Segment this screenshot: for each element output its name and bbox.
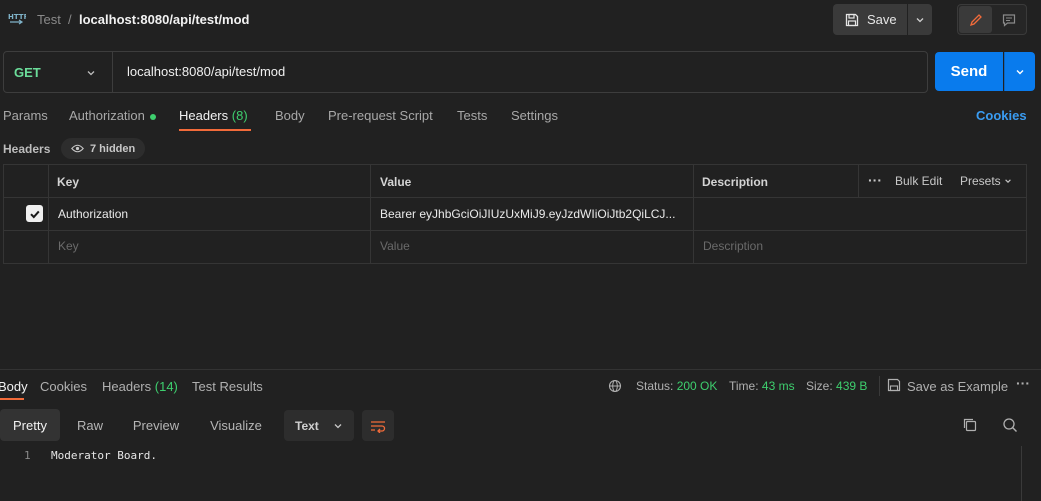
active-tab-indicator [0, 398, 24, 400]
response-headers-label: Headers [102, 379, 152, 394]
chevron-down-icon [334, 423, 342, 428]
http-method-value: GET [14, 64, 41, 80]
header-key-cell[interactable]: Authorization [58, 207, 128, 221]
save-as-example-button[interactable]: Save as Example [907, 379, 1008, 394]
size-value: 439 B [836, 379, 868, 393]
send-options-button[interactable] [1004, 52, 1035, 91]
format-pretty[interactable]: Pretty [0, 409, 60, 441]
response-type-select[interactable]: Text [284, 410, 354, 441]
send-button[interactable]: Send [935, 52, 1003, 91]
more-options-icon[interactable]: ··· [868, 172, 882, 188]
active-tab-indicator [179, 129, 251, 131]
tab-headers[interactable]: Headers (8) [179, 108, 248, 123]
column-header-value: Value [380, 175, 412, 189]
presets-label: Presets [960, 174, 1001, 188]
response-headers-count: (14) [154, 379, 178, 394]
chevron-down-icon [86, 66, 96, 81]
column-header-key: Key [57, 175, 80, 189]
line-number: 1 [24, 449, 31, 462]
hidden-headers-toggle[interactable]: 7 hidden [61, 138, 146, 159]
chevron-down-icon [1005, 179, 1011, 183]
cookies-link[interactable]: Cookies [976, 108, 1027, 123]
auth-status-dot [149, 113, 156, 120]
breadcrumb-collection[interactable]: Test [37, 12, 61, 27]
save-example-icon [887, 378, 901, 395]
http-request-icon: HTTP [8, 10, 29, 28]
chevron-down-icon [916, 17, 924, 22]
bulk-edit-button[interactable]: Bulk Edit [895, 174, 942, 188]
response-type-value: Text [295, 418, 319, 433]
size-label: Size: [806, 379, 833, 393]
wrap-lines-icon [371, 420, 386, 433]
table-column-divider [370, 164, 371, 264]
response-divider[interactable] [0, 369, 1041, 370]
time-value: 43 ms [761, 379, 795, 393]
wrap-lines-button[interactable] [362, 410, 394, 441]
status-label: Status: [636, 379, 674, 393]
status-value: 200 OK [676, 379, 718, 393]
headers-section-title: Headers [3, 142, 51, 156]
presets-dropdown[interactable]: Presets [960, 174, 1012, 188]
tab-authorization[interactable]: Authorization [69, 108, 156, 123]
status-divider [879, 376, 880, 396]
table-column-divider [693, 164, 694, 264]
response-tab-test-results[interactable]: Test Results [192, 379, 263, 394]
response-size[interactable]: Size: 439 B [806, 379, 867, 393]
header-enabled-checkbox[interactable] [26, 205, 43, 222]
url-input[interactable]: localhost:8080/api/test/mod [127, 64, 285, 79]
format-preview[interactable]: Preview [122, 409, 190, 441]
svg-text:HTTP: HTTP [8, 13, 26, 21]
hidden-headers-count: 7 hidden [90, 142, 136, 155]
more-options-icon[interactable]: ··· [1016, 375, 1030, 391]
new-description-input[interactable]: Description [703, 239, 763, 253]
checkmark-icon [29, 210, 40, 218]
new-value-input[interactable]: Value [380, 239, 410, 253]
tab-tests[interactable]: Tests [457, 108, 487, 123]
header-value-cell[interactable]: Bearer eyJhbGciOiJIUzUxMiJ9.eyJzdWIiOiJt… [380, 207, 675, 221]
response-tab-body[interactable]: Body [0, 379, 28, 394]
table-divider [3, 197, 1027, 198]
save-button[interactable]: Save [833, 4, 907, 35]
globe-icon[interactable] [608, 379, 622, 396]
tab-authorization-label: Authorization [69, 108, 145, 123]
tab-headers-count: (8) [231, 108, 248, 123]
comment-icon [1002, 13, 1016, 27]
search-icon[interactable] [1002, 417, 1018, 436]
new-key-input[interactable]: Key [58, 239, 79, 253]
comments-mode-button[interactable] [994, 6, 1024, 33]
tab-params[interactable]: Params [3, 108, 48, 123]
eye-icon [71, 144, 84, 153]
table-column-divider [48, 164, 49, 264]
edit-mode-button[interactable] [959, 6, 992, 33]
response-time[interactable]: Time: 43 ms [729, 379, 795, 393]
tab-pre-request-script[interactable]: Pre-request Script [328, 108, 433, 123]
http-method-select[interactable]: GET [3, 51, 113, 93]
table-divider [3, 230, 1027, 231]
response-tab-cookies[interactable]: Cookies [40, 379, 87, 394]
save-icon [845, 13, 859, 26]
breadcrumb-request-name[interactable]: localhost:8080/api/test/mod [79, 12, 250, 27]
scrollbar[interactable] [1021, 446, 1022, 501]
send-label: Send [950, 63, 988, 80]
breadcrumb-separator: / [68, 12, 72, 27]
table-column-divider [858, 164, 859, 197]
chevron-down-icon [1016, 69, 1024, 74]
tab-settings[interactable]: Settings [511, 108, 558, 123]
response-body-text[interactable]: Moderator Board. [51, 449, 157, 462]
tab-headers-label: Headers [179, 108, 229, 123]
pencil-icon [969, 13, 982, 26]
time-label: Time: [729, 379, 759, 393]
response-tab-headers[interactable]: Headers (14) [102, 379, 178, 394]
tab-body[interactable]: Body [275, 108, 305, 123]
save-options-button[interactable] [908, 4, 932, 35]
column-header-description: Description [702, 175, 769, 189]
save-label: Save [867, 12, 897, 27]
format-visualize[interactable]: Visualize [198, 409, 274, 441]
response-status[interactable]: Status: 200 OK [636, 379, 717, 393]
format-raw[interactable]: Raw [62, 409, 118, 441]
copy-icon[interactable] [962, 417, 978, 436]
